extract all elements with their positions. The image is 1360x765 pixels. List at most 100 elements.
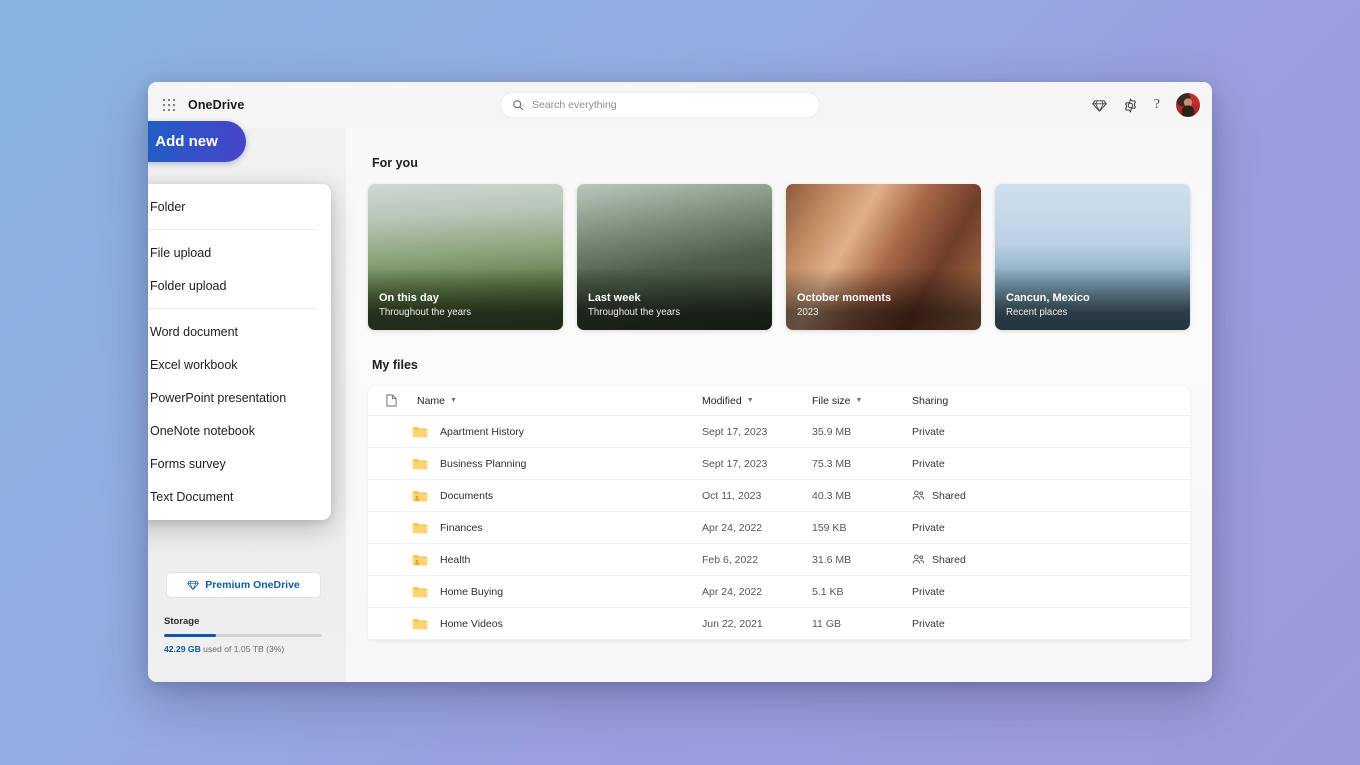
cell-filesize: 159 KB: [812, 521, 847, 534]
column-header-name[interactable]: Name ▼: [386, 394, 702, 407]
add-new-button[interactable]: + Add new: [148, 121, 246, 162]
menu-item-folder-upload[interactable]: Folder upload: [148, 269, 331, 302]
menu-item-label: Word document: [150, 324, 239, 339]
diamond-icon: [187, 580, 200, 590]
menu-item-label: Folder upload: [150, 278, 227, 293]
menu-item-folder[interactable]: Folder: [148, 190, 331, 223]
chevron-down-icon: ▼: [746, 397, 754, 404]
cell-name: Business Planning: [412, 457, 702, 471]
chevron-down-icon: ▼: [450, 397, 457, 404]
table-row[interactable]: Business Planning Sept 17, 2023 75.3 MB Pri…: [368, 448, 1190, 480]
storage-section: Storage 42.29 GB used of 1.05 TB (3%): [164, 616, 322, 654]
cell-filesize: 40.3 MB: [812, 489, 852, 502]
card-title: Cancun, Mexico: [1006, 292, 1090, 304]
menu-item-text-document[interactable]: Text Document: [148, 480, 331, 513]
table-row[interactable]: Documents Oct 11, 2023 40.3 MB Shared: [368, 480, 1190, 512]
for-you-cards: On this day Throughout the years Last week…: [368, 184, 1190, 330]
storage-usage-text: 42.29 GB used of 1.05 TB (3%): [164, 644, 322, 654]
menu-item-label: Excel workbook: [150, 357, 238, 372]
sharing-label: Private: [912, 425, 945, 438]
cell-name: Health: [412, 553, 702, 567]
menu-separator: [148, 229, 317, 230]
search-icon: [513, 100, 523, 110]
table-row[interactable]: Home Buying Apr 24, 2022 5.1 KB Private: [368, 576, 1190, 608]
for-you-card[interactable]: October moments 2023: [786, 184, 981, 330]
premium-onedrive-button[interactable]: Premium OneDrive: [166, 572, 321, 598]
add-new-menu: Folder File upload Folder upload WWord docu…: [148, 184, 331, 520]
sharing-label: Private: [912, 521, 945, 534]
folder-icon: [412, 457, 429, 471]
shared-folder-icon: [412, 489, 429, 503]
menu-item-powerpoint-presentation[interactable]: PPowerPoint presentation: [148, 381, 331, 414]
help-icon[interactable]: ?: [1154, 97, 1160, 113]
sharing-label: Private: [912, 457, 945, 470]
menu-item-label: Forms survey: [150, 456, 226, 471]
menu-item-file-upload[interactable]: File upload: [148, 236, 331, 269]
column-label-modified: Modified: [702, 394, 742, 407]
menu-item-label: File upload: [150, 245, 212, 260]
top-app-bar: OneDrive ?: [148, 82, 1212, 128]
for-you-card[interactable]: On this day Throughout the years: [368, 184, 563, 330]
cell-modified: Oct 11, 2023: [702, 489, 762, 502]
topbar-actions: ?: [1092, 82, 1200, 128]
column-label-name: Name: [417, 394, 446, 407]
table-header-row: Name ▼ Modified ▼ File size ▼ Sharing: [368, 386, 1190, 416]
menu-item-word-document[interactable]: WWord document: [148, 315, 331, 348]
onedrive-window: OneDrive ?: [148, 82, 1212, 682]
files-table: Name ▼ Modified ▼ File size ▼ Sharing Ap…: [368, 386, 1190, 640]
cell-modified: Jun 22, 2021: [702, 617, 763, 630]
cell-sharing: Shared: [912, 554, 1032, 566]
for-you-card[interactable]: Last week Throughout the years: [577, 184, 772, 330]
menu-separator: [148, 308, 317, 309]
sharing-label: Private: [912, 585, 945, 598]
file-name-label: Finances: [440, 521, 483, 534]
cell-filesize: 31.6 MB: [812, 553, 852, 566]
sharing-label: Shared: [932, 489, 966, 502]
cell-name: Documents: [412, 489, 702, 503]
for-you-heading: For you: [372, 156, 418, 170]
menu-item-forms-survey[interactable]: XForms survey: [148, 447, 331, 480]
cell-name: Apartment History: [412, 425, 702, 439]
account-avatar[interactable]: [1176, 93, 1200, 117]
settings-gear-icon[interactable]: [1123, 98, 1138, 113]
table-row[interactable]: Health Feb 6, 2022 31.6 MB Shared: [368, 544, 1190, 576]
storage-progress-track: [164, 633, 322, 637]
my-files-heading: My files: [372, 358, 418, 372]
menu-item-label: Text Document: [150, 489, 234, 504]
sharing-label: Shared: [932, 553, 966, 566]
column-header-filesize[interactable]: File size ▼: [812, 395, 912, 407]
menu-item-onenote-notebook[interactable]: NOneNote notebook: [148, 414, 331, 447]
card-title: Last week: [588, 292, 641, 304]
search-input[interactable]: [532, 99, 782, 111]
cell-name: Finances: [412, 521, 702, 535]
cell-name: Home Videos: [412, 617, 702, 631]
table-row[interactable]: Apartment History Sept 17, 2023 35.9 MB Pri…: [368, 416, 1190, 448]
storage-progress-fill: [164, 633, 217, 637]
cell-filesize: 35.9 MB: [812, 425, 852, 438]
cell-modified: Feb 6, 2022: [702, 553, 759, 566]
menu-item-excel-workbook[interactable]: XExcel workbook: [148, 348, 331, 381]
folder-icon: [412, 617, 429, 631]
cell-modified: Apr 24, 2022: [702, 585, 763, 598]
chevron-down-icon: ▼: [855, 397, 863, 404]
cell-sharing: Shared: [912, 490, 1032, 502]
folder-icon: [412, 585, 429, 599]
for-you-card[interactable]: Cancun, Mexico Recent places: [995, 184, 1190, 330]
search-box[interactable]: [501, 93, 819, 117]
menu-item-label: Folder: [150, 199, 186, 214]
column-header-sharing[interactable]: Sharing: [912, 395, 1032, 407]
app-launcher-icon[interactable]: [163, 98, 176, 112]
card-subtitle: Recent places: [1006, 307, 1068, 318]
table-row[interactable]: Finances Apr 24, 2022 159 KB Private: [368, 512, 1190, 544]
table-row[interactable]: Home Videos Jun 22, 2021 11 GB Private: [368, 608, 1190, 640]
cell-sharing: Private: [912, 618, 1032, 630]
file-name-label: Business Planning: [440, 457, 527, 470]
file-name-label: Documents: [440, 489, 494, 502]
premium-diamond-icon[interactable]: [1092, 98, 1107, 113]
shared-people-icon: [912, 490, 925, 500]
file-name-label: Health: [440, 553, 471, 566]
folder-icon: [412, 521, 429, 535]
menu-item-label: PowerPoint presentation: [150, 390, 287, 405]
card-caption: On this day Throughout the years: [379, 291, 471, 320]
column-header-modified[interactable]: Modified ▼: [702, 395, 812, 407]
